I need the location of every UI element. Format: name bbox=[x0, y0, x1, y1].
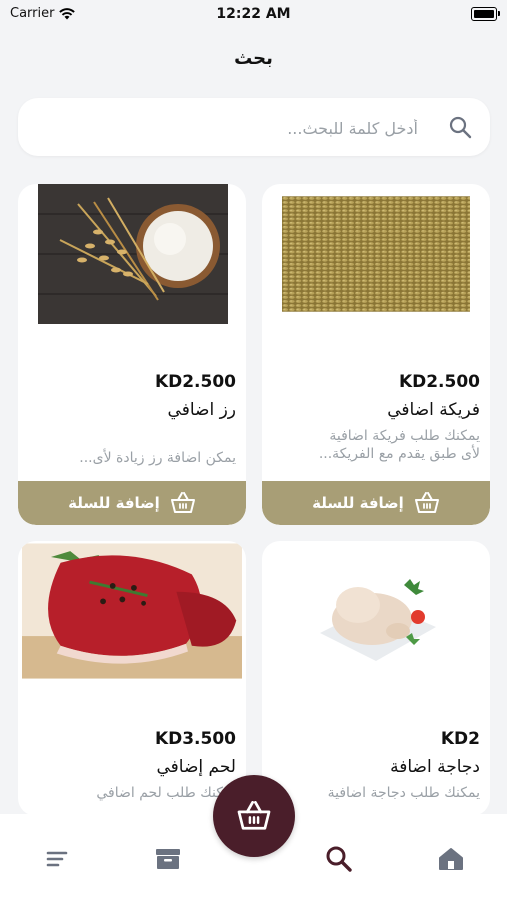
add-to-cart-label: إضافة للسلة bbox=[312, 494, 404, 512]
status-bar: Carrier 12:22 AM bbox=[0, 0, 507, 30]
search-bar[interactable] bbox=[18, 98, 490, 156]
description-line: يمكنك طلب فريكة اضافية bbox=[329, 428, 480, 444]
add-to-cart-button[interactable]: إضافة للسلة bbox=[18, 481, 246, 525]
search-icon[interactable] bbox=[324, 844, 354, 874]
product-description: يمكنك طلب لحم اضافي bbox=[28, 784, 236, 802]
basket-icon bbox=[170, 492, 195, 513]
product-price: KD2 bbox=[440, 729, 480, 749]
freekeh-image bbox=[282, 196, 470, 312]
add-to-cart-label: إضافة للسلة bbox=[68, 494, 160, 512]
home-icon[interactable] bbox=[436, 844, 466, 874]
clock: 12:22 AM bbox=[216, 6, 291, 22]
product-name: لحم إضافي bbox=[156, 757, 236, 777]
rice-image bbox=[38, 184, 228, 324]
menu-icon[interactable] bbox=[42, 844, 72, 874]
basket-icon bbox=[237, 801, 271, 830]
description-line: لأى طبق يقدم مع الفريكة... bbox=[318, 446, 480, 462]
product-name: رز اضافي bbox=[167, 400, 236, 420]
add-to-cart-button[interactable]: إضافة للسلة bbox=[262, 481, 490, 525]
product-name: دجاجة اضافة bbox=[390, 757, 480, 777]
product-description: يمكنك طلب فريكة اضافية لأى طبق يقدم مع ا… bbox=[272, 427, 480, 463]
archive-icon[interactable] bbox=[153, 844, 183, 874]
search-input[interactable] bbox=[38, 112, 420, 144]
battery-icon bbox=[471, 7, 500, 21]
description-line: يمكن اضافة رز زيادة لأى... bbox=[79, 450, 236, 466]
chicken-image bbox=[306, 541, 446, 681]
product-card-freekeh[interactable]: KD2.500 فريكة اضافي يمكنك طلب فريكة اضاف… bbox=[262, 184, 490, 525]
description-line: يمكنك طلب دجاجة اضافية bbox=[327, 785, 480, 801]
product-price: KD2.500 bbox=[154, 372, 236, 392]
product-card-chicken[interactable]: KD2 دجاجة اضافة يمكنك طلب دجاجة اضافية bbox=[262, 541, 490, 816]
basket-icon bbox=[414, 492, 439, 513]
meat-image bbox=[22, 543, 242, 679]
product-price: KD2.500 bbox=[398, 372, 480, 392]
product-description: يمكنك طلب دجاجة اضافية bbox=[272, 784, 480, 802]
product-price: KD3.500 bbox=[154, 729, 236, 749]
cart-fab-button[interactable] bbox=[213, 775, 295, 857]
product-name: فريكة اضافي bbox=[387, 400, 480, 420]
product-card-meat[interactable]: KD3.500 لحم إضافي يمكنك طلب لحم اضافي bbox=[18, 541, 246, 816]
search-icon[interactable] bbox=[448, 115, 472, 139]
description-line: يمكنك طلب لحم اضافي bbox=[96, 785, 236, 801]
page-title: بحث bbox=[234, 48, 273, 69]
product-description: يمكن اضافة رز زيادة لأى... bbox=[28, 449, 236, 467]
product-card-rice[interactable]: KD2.500 رز اضافي يمكن اضافة رز زيادة لأى… bbox=[18, 184, 246, 525]
